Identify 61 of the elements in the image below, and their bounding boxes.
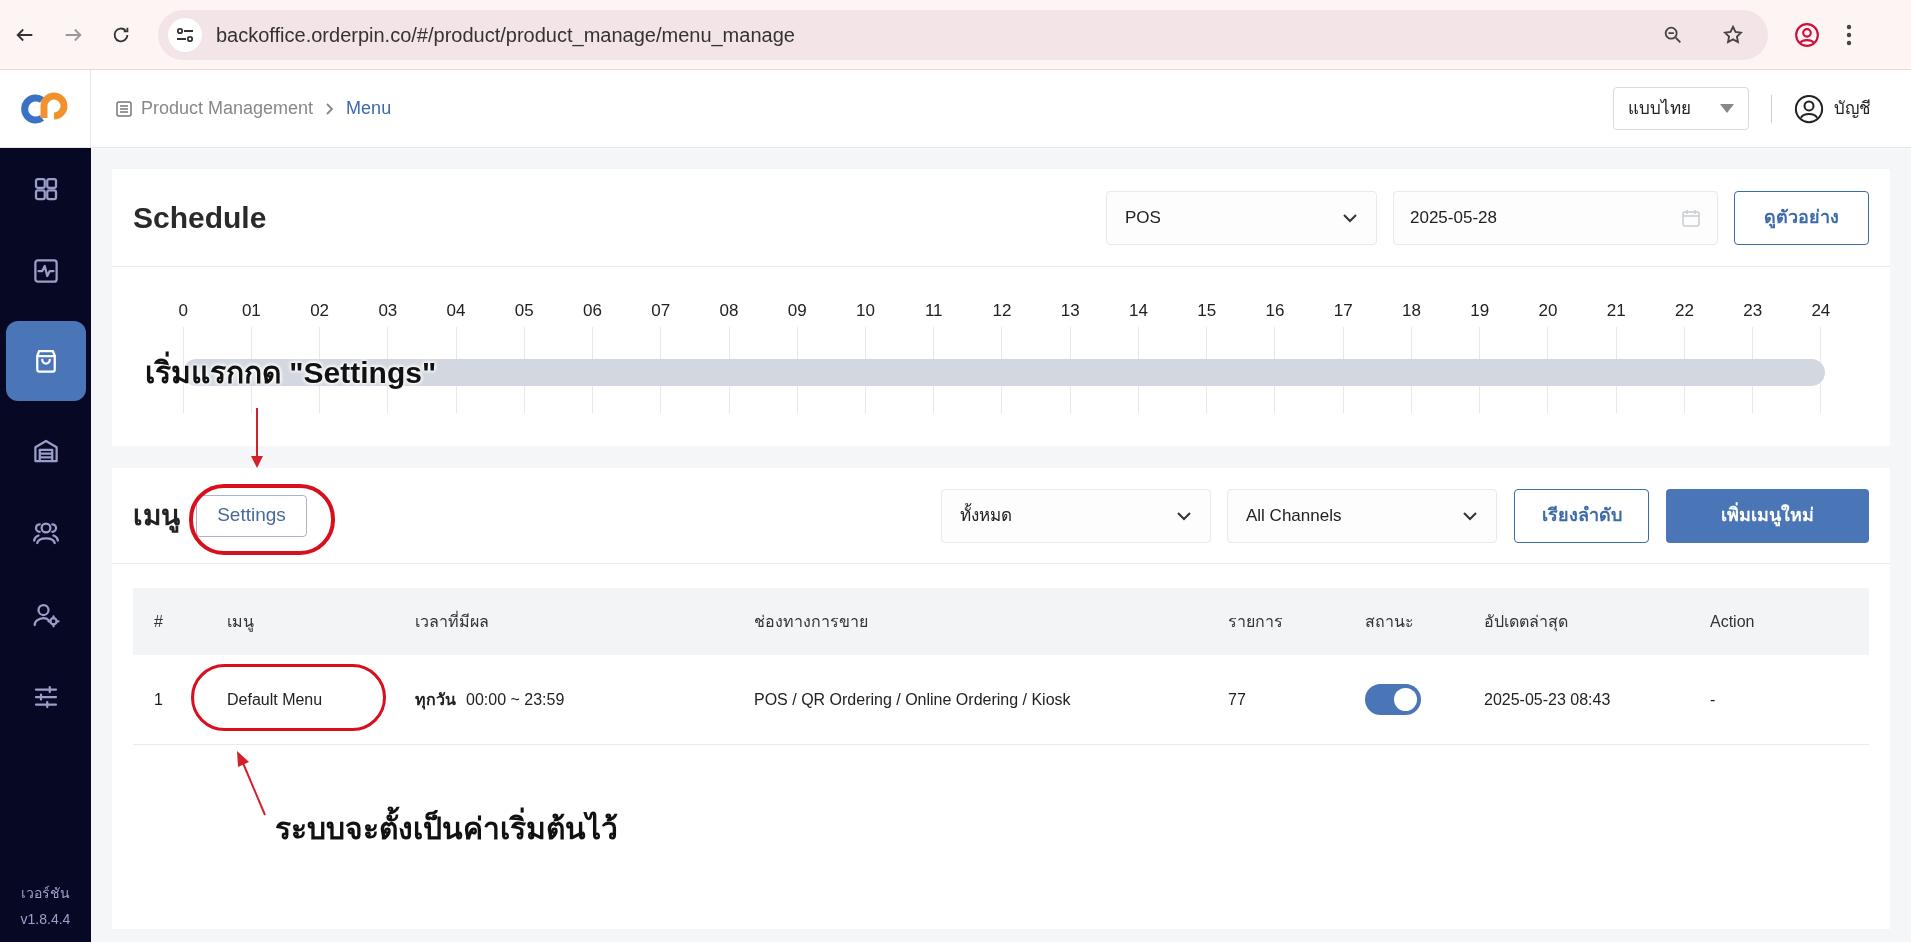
column-header: อัปเดตล่าสุด	[1484, 611, 1569, 634]
status-filter-select[interactable]: ทั้งหมด	[941, 488, 1211, 543]
column-header: #	[153, 611, 164, 632]
menu-title: เมนู	[133, 498, 180, 535]
hour-label: 07	[651, 301, 671, 321]
column-header: สถานะ	[1365, 611, 1415, 632]
table-cell-text: POS / QR Ordering / Online Ordering / Kiosk	[754, 689, 1072, 710]
channel-select[interactable]: POS	[1106, 190, 1377, 245]
column-header: รายการ	[1228, 611, 1284, 632]
sort-button[interactable]: เรียงลำดับ	[1514, 488, 1649, 543]
hour-label: 19	[1470, 301, 1490, 321]
hour-label: 20	[1538, 301, 1558, 321]
breadcrumb-link[interactable]: Menu	[346, 95, 392, 122]
table-cell-text: 1	[153, 689, 164, 710]
table-cell-text: 77	[1228, 689, 1247, 710]
version-text: v1.8.4.4	[20, 910, 71, 929]
hour-label: 03	[378, 301, 398, 321]
preview-button[interactable]: ดูตัวอย่าง	[1734, 190, 1869, 245]
column-header: Action	[1710, 611, 1756, 632]
hour-label: 06	[583, 301, 602, 321]
annotation-text: เริ่มแรกกด "Settings"	[145, 350, 437, 395]
language-select[interactable]: แบบไทย	[1613, 87, 1749, 130]
hour-label: 01	[241, 301, 261, 321]
column-header: ช่องทางการขาย	[754, 611, 869, 632]
table-cell-text: 2025-05-23 08:43	[1484, 689, 1612, 710]
hour-label: 02	[310, 301, 330, 321]
address-bar[interactable]: backoffice.orderpin.co/#/product/product_manage/menu_manage	[158, 9, 1768, 60]
hour-label: 15	[1197, 301, 1217, 321]
hour-label: 0	[178, 301, 188, 321]
hour-label: 23	[1743, 301, 1763, 321]
hour-label: 22	[1674, 301, 1694, 321]
column-header: เวลาที่มีผล	[415, 610, 490, 632]
date-field[interactable]: 2025-05-28	[1393, 190, 1718, 245]
version-label: เวอร์ชัน	[21, 884, 70, 903]
hour-label: 12	[992, 301, 1012, 321]
hour-label: 18	[1401, 301, 1421, 321]
table-cell-text: -	[1710, 689, 1717, 710]
hour-label: 08	[719, 301, 739, 321]
hour-label: 14	[1129, 301, 1148, 321]
account-link[interactable]: บัญชี	[1834, 95, 1871, 122]
hour-label: 13	[1060, 301, 1080, 321]
hour-label: 16	[1265, 301, 1285, 321]
table-cell-text: Default Menu	[226, 689, 324, 710]
settings-button[interactable]: Settings	[196, 494, 307, 537]
column-header: เมนู	[226, 611, 255, 634]
url-text: backoffice.orderpin.co/#/product/product_manage/menu_manage	[216, 22, 796, 49]
table-cell-text: 00:00 ~ 23:59	[466, 689, 565, 710]
hour-label: 11	[924, 301, 943, 321]
hour-label: 05	[514, 301, 534, 321]
channel-filter-select[interactable]: All Channels	[1227, 488, 1497, 543]
hour-label: 17	[1333, 301, 1353, 321]
annotation-text: ระบบจะตั้งเป็นค่าเริ่มต้นไว้	[275, 806, 618, 851]
hour-label: 10	[856, 301, 875, 321]
breadcrumb-link[interactable]: Product Management	[141, 95, 314, 122]
schedule-title: Schedule	[133, 200, 267, 236]
table-cell-text: ทุกวัน	[415, 689, 456, 712]
hour-label: 09	[787, 301, 807, 321]
hour-label: 24	[1811, 301, 1831, 321]
hour-label: 21	[1606, 301, 1626, 321]
hour-label: 04	[446, 301, 466, 321]
add-menu-button[interactable]: เพิ่มเมนูใหม่	[1666, 488, 1869, 543]
